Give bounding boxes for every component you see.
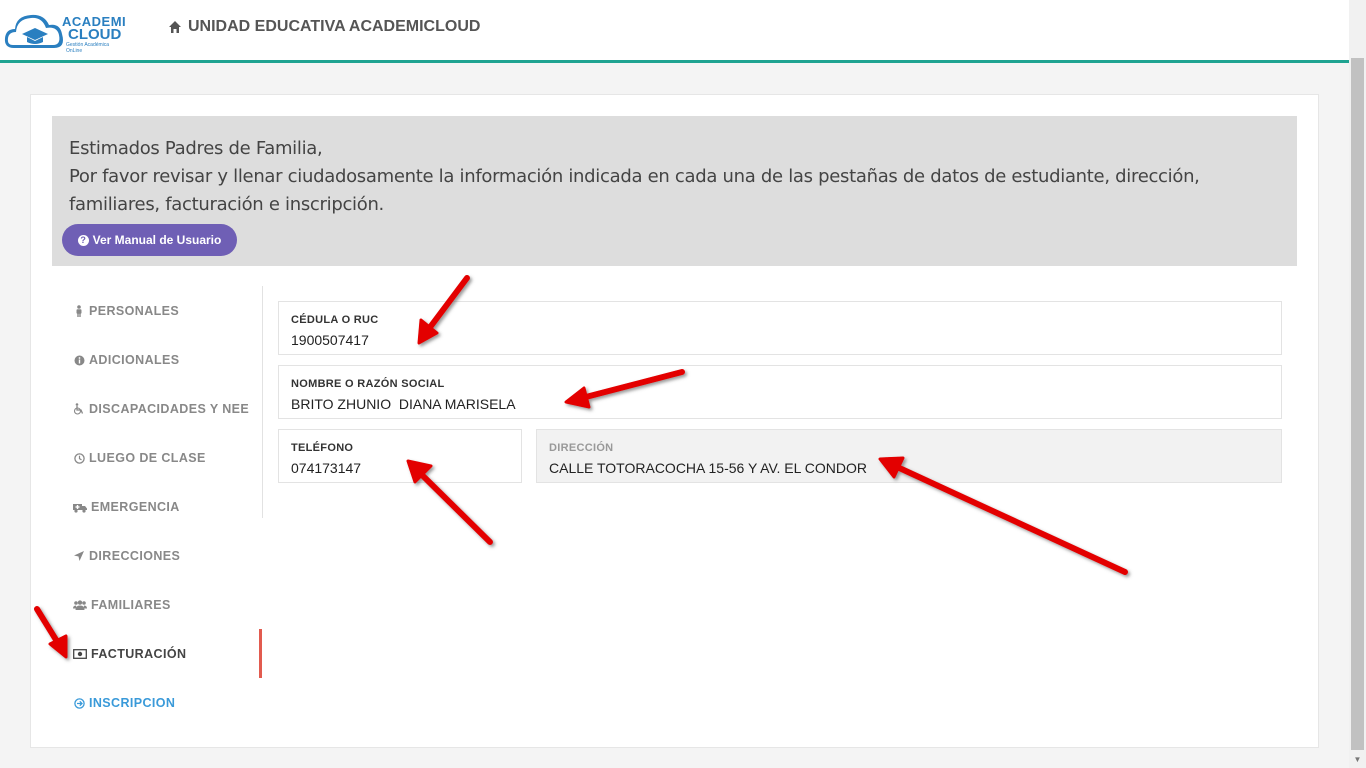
question-circle-icon: ? <box>77 234 89 246</box>
tab-discapacidades[interactable]: DISCAPACIDADES Y NEE <box>73 402 249 416</box>
tab-emergencia[interactable]: EMERGENCIA <box>73 500 180 514</box>
scrollbar-thumb[interactable] <box>1351 58 1364 750</box>
money-icon <box>73 648 87 660</box>
tab-discapacidades-label: DISCAPACIDADES Y NEE <box>89 402 250 416</box>
direccion-field: DIRECCIÓN CALLE TOTORACOCHA 15-56 Y AV. … <box>536 429 1282 483</box>
telefono-field[interactable]: TELÉFONO 074173147 <box>278 429 522 483</box>
info-icon <box>73 354 85 366</box>
users-icon <box>73 599 87 611</box>
logo-text-cloud: CLOUD <box>68 26 122 43</box>
tab-direcciones[interactable]: DIRECCIONES <box>73 549 180 563</box>
logo-tagline: Gestión Académica OnLine <box>66 42 110 54</box>
top-bar: ACADEMI CLOUD Gestión Académica OnLine U… <box>0 0 1349 63</box>
tab-inscripcion-label: INSCRIPCION <box>89 696 176 710</box>
nav-active-indicator <box>259 629 262 678</box>
arrow-circle-icon <box>73 697 85 709</box>
notice-message: Por favor revisar y llenar ciudadosament… <box>69 166 1200 215</box>
tab-personales-label: PERSONALES <box>89 304 180 318</box>
location-arrow-icon <box>73 550 85 562</box>
nombre-field[interactable]: NOMBRE O RAZÓN SOCIAL BRITO ZHUNIO DIANA… <box>278 365 1282 419</box>
user-manual-button[interactable]: ? Ver Manual de Usuario <box>62 224 237 256</box>
telefono-label: TELÉFONO <box>291 442 354 454</box>
school-title-text: UNIDAD EDUCATIVA ACADEMICLOUD <box>188 18 481 35</box>
ambulance-icon <box>73 501 87 513</box>
nombre-value[interactable]: BRITO ZHUNIO DIANA MARISELA <box>291 396 516 412</box>
notice-greeting: Estimados Padres de Familia, <box>69 138 323 159</box>
tab-facturacion-label: FACTURACIÓN <box>91 647 187 661</box>
wheelchair-icon <box>73 403 85 415</box>
direccion-value: CALLE TOTORACOCHA 15-56 Y AV. EL CONDOR <box>549 460 867 476</box>
home-icon <box>169 21 181 33</box>
telefono-value[interactable]: 074173147 <box>291 460 361 476</box>
cedula-value[interactable]: 1900507417 <box>291 332 369 348</box>
tab-facturacion[interactable]: FACTURACIÓN <box>73 647 186 661</box>
tab-luego-de-clase[interactable]: LUEGO DE CLASE <box>73 451 206 465</box>
person-icon <box>73 305 85 317</box>
tab-familiares-label: FAMILIARES <box>91 598 171 612</box>
tab-emergencia-label: EMERGENCIA <box>91 500 180 514</box>
cedula-field[interactable]: CÉDULA O RUC 1900507417 <box>278 301 1282 355</box>
tab-inscripcion[interactable]: INSCRIPCION <box>73 696 175 710</box>
direccion-label: DIRECCIÓN <box>549 442 614 454</box>
school-title: UNIDAD EDUCATIVA ACADEMICLOUD <box>168 18 480 36</box>
user-manual-button-label: Ver Manual de Usuario <box>92 233 222 247</box>
notice-box: Estimados Padres de Familia, Por favor r… <box>52 116 1297 266</box>
tab-adicionales[interactable]: ADICIONALES <box>73 353 180 367</box>
scroll-down-arrow-icon[interactable]: ▼ <box>1349 751 1366 768</box>
tab-familiares[interactable]: FAMILIARES <box>73 598 171 612</box>
academicloud-logo[interactable]: ACADEMI CLOUD Gestión Académica OnLine <box>4 8 126 54</box>
nombre-label: NOMBRE O RAZÓN SOCIAL <box>291 378 445 390</box>
tab-luego-de-clase-label: LUEGO DE CLASE <box>89 451 206 465</box>
nav-divider <box>262 286 263 518</box>
tab-adicionales-label: ADICIONALES <box>89 353 180 367</box>
cedula-label: CÉDULA O RUC <box>291 314 379 326</box>
tab-personales[interactable]: PERSONALES <box>73 304 179 318</box>
clock-icon <box>73 452 85 464</box>
tab-direcciones-label: DIRECCIONES <box>89 549 181 563</box>
